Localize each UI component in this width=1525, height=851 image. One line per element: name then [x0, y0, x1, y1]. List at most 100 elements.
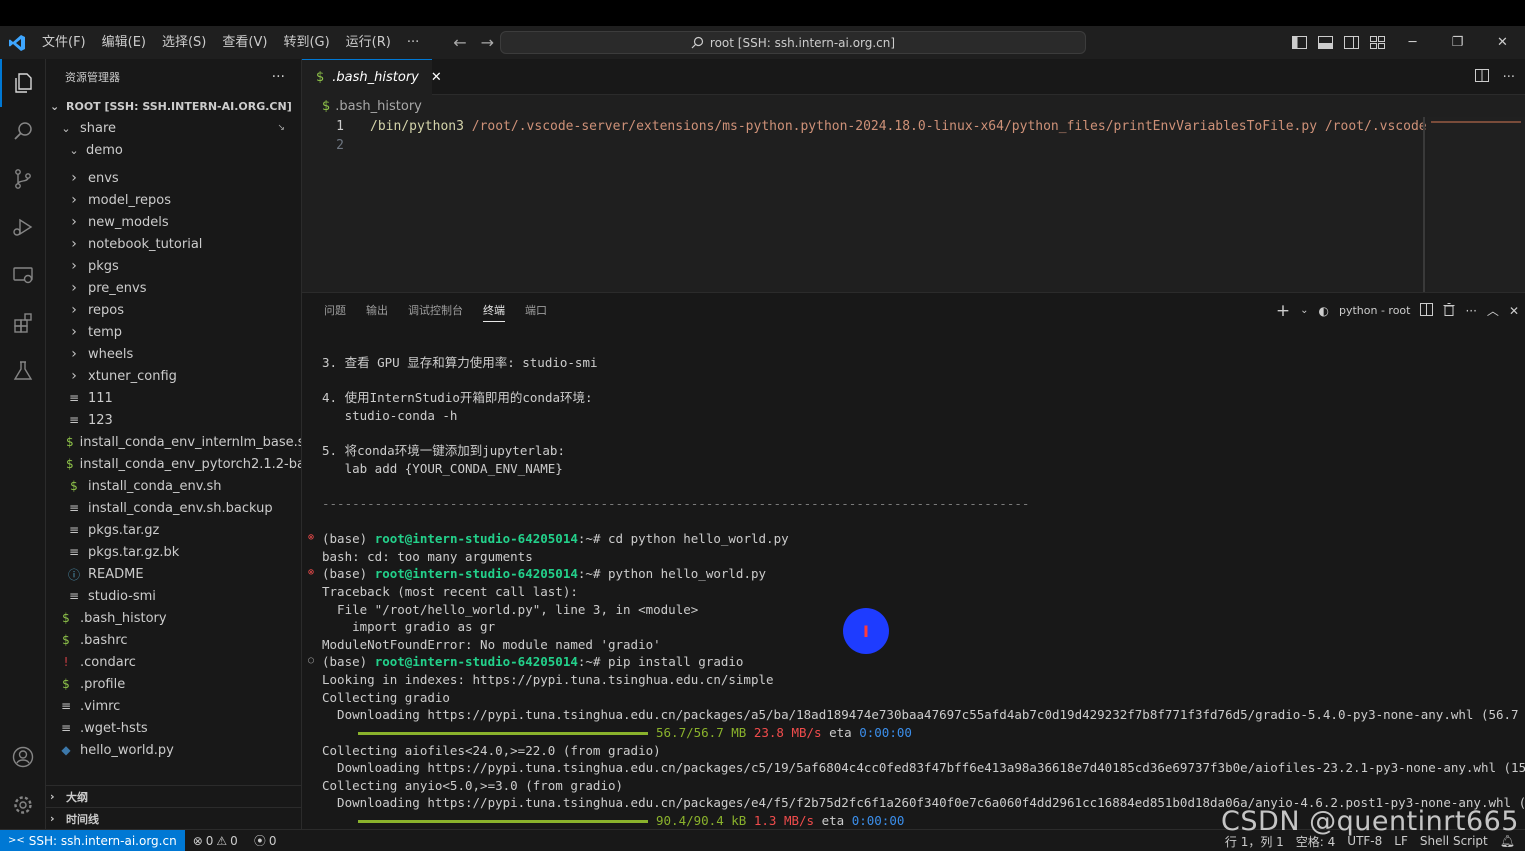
toggle-panel-icon[interactable]	[1312, 26, 1338, 59]
broadcast-icon: ⦿	[253, 834, 266, 848]
menu-file[interactable]: 文件(F)	[34, 26, 94, 59]
accounts-icon[interactable]	[0, 733, 46, 781]
close-tab-icon[interactable]: ✕	[431, 70, 442, 85]
problems-indicator[interactable]: ⊗ 0 ⚠ 0	[185, 834, 246, 848]
tree-file[interactable]: ≡ 123	[46, 409, 301, 431]
tab-ports[interactable]: 端口	[515, 293, 557, 328]
tree-item-label: xtuner_config	[88, 368, 177, 384]
panel-more-icon[interactable]: ···	[1465, 304, 1476, 318]
tab-bash-history[interactable]: $ .bash_history ✕	[302, 59, 442, 95]
terminal-name[interactable]: python - root	[1339, 304, 1411, 317]
close-window-icon[interactable]: ✕	[1480, 26, 1525, 59]
tree-file[interactable]: $ .bashrc	[46, 629, 301, 651]
tree-file[interactable]: $ install_conda_env_internlm_base.sh	[46, 431, 301, 453]
menu-bar: 文件(F) 编辑(E) 选择(S) 查看(V) 转到(G) 运行(R) ···	[34, 26, 427, 59]
close-panel-icon[interactable]: ✕	[1509, 304, 1519, 318]
testing-icon[interactable]	[0, 347, 46, 395]
tree-folder[interactable]: › envs	[46, 167, 301, 189]
tree-file[interactable]: ≡ pkgs.tar.gz	[46, 519, 301, 541]
tree-item-label: temp	[88, 324, 123, 340]
mouse-cursor-highlight: I	[843, 608, 889, 654]
tree-item-label: 111	[88, 390, 113, 406]
minimap[interactable]	[1427, 117, 1525, 292]
code-editor[interactable]: 1 /bin/python3 /root/.vscode-server/exte…	[302, 117, 1525, 292]
error-decoration-icon[interactable]: ⊗	[308, 532, 314, 543]
folder-share[interactable]: ⌄ share ↘	[46, 117, 301, 139]
ports-indicator[interactable]: ⦿ 0	[246, 832, 285, 849]
python-terminal-icon: ◐	[1318, 303, 1329, 318]
tree-file[interactable]: ≡ install_conda_env.sh.backup	[46, 497, 301, 519]
tab-terminal[interactable]: 终端	[473, 293, 515, 328]
maximize-panel-icon[interactable]: ︿	[1487, 302, 1499, 319]
split-editor-icon[interactable]	[1474, 68, 1489, 86]
text-file-icon: ≡	[68, 501, 80, 515]
tree-folder[interactable]: › wheels	[46, 343, 301, 365]
run-debug-icon[interactable]	[0, 203, 46, 251]
tree-file[interactable]: ⓘ README	[46, 563, 301, 585]
tree-file[interactable]: $ .profile	[46, 673, 301, 695]
outline-section[interactable]: › 大纲	[46, 785, 301, 807]
tree-file[interactable]: ≡ .vimrc	[46, 695, 301, 717]
tree-folder[interactable]: › repos	[46, 299, 301, 321]
forward-arrow-icon[interactable]: →	[481, 33, 494, 52]
tab-debug-console[interactable]: 调试控制台	[398, 293, 473, 328]
tree-file[interactable]: ◆ hello_world.py	[46, 739, 301, 761]
menu-go[interactable]: 转到(G)	[275, 26, 337, 59]
explorer-icon[interactable]	[0, 59, 46, 107]
extensions-icon[interactable]	[0, 299, 46, 347]
terminal-line: Collecting aiofiles<24.0,>=22.0 (from gr…	[322, 743, 661, 758]
minimize-icon[interactable]: ─	[1390, 26, 1435, 59]
chevron-down-icon[interactable]: ⌄	[1300, 305, 1308, 316]
tree-folder[interactable]: › pkgs	[46, 255, 301, 277]
tree-folder[interactable]: › new_models	[46, 211, 301, 233]
running-decoration-icon[interactable]: ○	[308, 655, 314, 666]
error-decoration-icon[interactable]: ⊗	[308, 567, 314, 578]
source-control-icon[interactable]	[0, 155, 46, 203]
toggle-sidebar-icon[interactable]	[1286, 26, 1312, 59]
menu-run[interactable]: 运行(R)	[338, 26, 399, 59]
line-number: 2	[336, 138, 344, 153]
new-terminal-plus-icon[interactable]: +	[1276, 301, 1290, 321]
menu-selection[interactable]: 选择(S)	[154, 26, 214, 59]
tree-file[interactable]: ≡ 111	[46, 387, 301, 409]
folder-demo[interactable]: ⌄ demo	[46, 139, 301, 161]
split-terminal-icon[interactable]	[1420, 302, 1434, 319]
menu-view[interactable]: 查看(V)	[214, 26, 275, 59]
tree-item-label: .vimrc	[80, 698, 121, 714]
explorer-more-icon[interactable]: ···	[272, 69, 285, 85]
tree-file[interactable]: $ install_conda_env_pytorch2.1.2-bas...	[46, 453, 301, 475]
tree-file[interactable]: ≡ studio-smi	[46, 585, 301, 607]
tree-folder[interactable]: › temp	[46, 321, 301, 343]
restore-icon[interactable]: ❐	[1435, 26, 1480, 59]
search-view-icon[interactable]	[0, 107, 46, 155]
tree-file[interactable]: ≡ pkgs.tar.gz.bk	[46, 541, 301, 563]
breadcrumb-file[interactable]: .bash_history	[335, 99, 422, 114]
tree-file[interactable]: $ .bash_history	[46, 607, 301, 629]
menu-more[interactable]: ···	[399, 26, 427, 59]
settings-gear-icon[interactable]	[0, 781, 46, 829]
menu-edit[interactable]: 编辑(E)	[94, 26, 154, 59]
tree-folder[interactable]: › model_repos	[46, 189, 301, 211]
back-arrow-icon[interactable]: ←	[453, 33, 466, 52]
trash-icon[interactable]	[1443, 302, 1455, 319]
tree-item-label: pkgs.tar.gz	[88, 522, 160, 538]
command-center[interactable]: root [SSH: ssh.intern-ai.org.cn]	[500, 31, 1086, 54]
customize-layout-icon[interactable]	[1364, 26, 1390, 59]
tree-folder[interactable]: › notebook_tutorial	[46, 233, 301, 255]
bottom-panel: 问题 输出 调试控制台 终端 端口 + ⌄ ◐ python - root ··…	[302, 292, 1525, 829]
tree-file[interactable]: ! .condarc	[46, 651, 301, 673]
editor-more-icon[interactable]: ···	[1503, 70, 1515, 85]
tab-output[interactable]: 输出	[356, 293, 398, 328]
tab-problems[interactable]: 问题	[314, 293, 356, 328]
remote-indicator[interactable]: >< SSH: ssh.intern-ai.org.cn	[0, 829, 185, 851]
terminal-output[interactable]: 3. 查看 GPU 显存和算力使用率: studio-smi 4. 使用Inte…	[302, 328, 1525, 829]
tree-file[interactable]: ≡ .wget-hsts	[46, 717, 301, 739]
tree-folder[interactable]: › xtuner_config	[46, 365, 301, 387]
tree-file[interactable]: $ install_conda_env.sh	[46, 475, 301, 497]
toggle-secondary-sidebar-icon[interactable]	[1338, 26, 1364, 59]
workspace-root[interactable]: ⌄ ROOT [SSH: SSH.INTERN-AI.ORG.CN]	[46, 95, 301, 117]
remote-explorer-icon[interactable]	[0, 251, 46, 299]
tree-item-label: .bashrc	[80, 632, 128, 648]
tree-folder[interactable]: › pre_envs	[46, 277, 301, 299]
timeline-section[interactable]: › 时间线	[46, 807, 301, 829]
